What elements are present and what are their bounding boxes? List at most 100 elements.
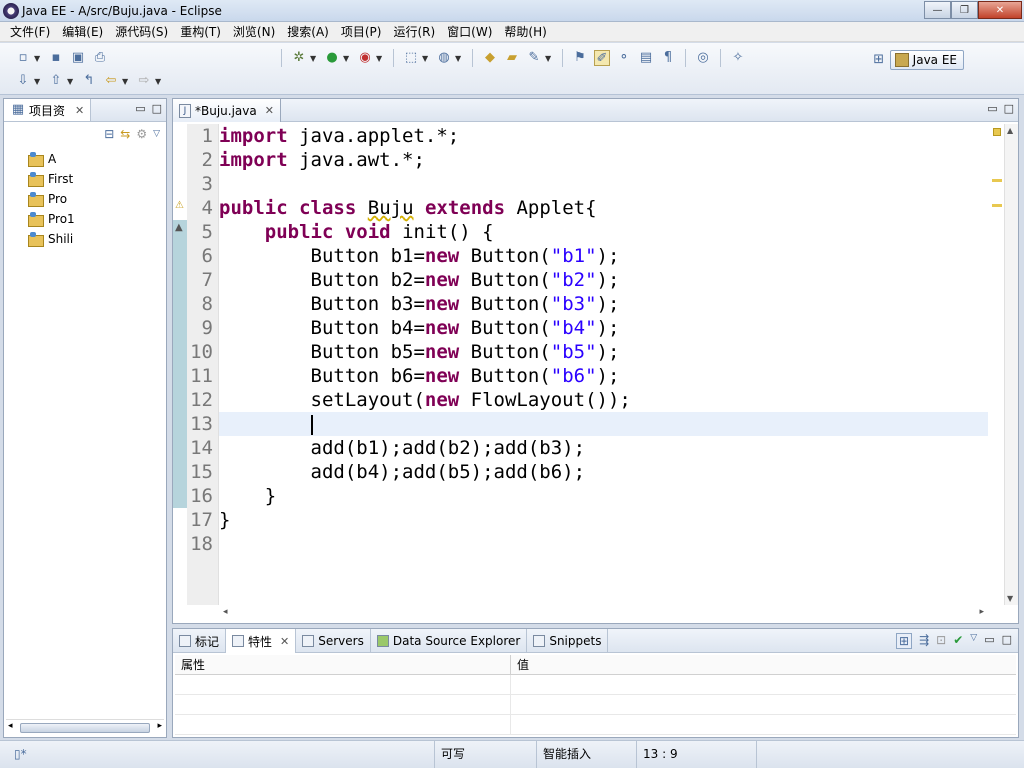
chevron-down-icon[interactable]: ▼ (122, 77, 130, 86)
scrollbar-thumb[interactable] (20, 723, 150, 733)
whitespace-icon[interactable]: ¶ (660, 50, 676, 66)
save-icon[interactable]: ▪ (48, 50, 64, 66)
scroll-left-icon[interactable]: ◂ (8, 721, 13, 731)
debug-icon[interactable]: ✲ (291, 50, 307, 66)
explorer-horizontal-scrollbar[interactable]: ◂ ▸ (6, 719, 164, 735)
chevron-down-icon[interactable]: ▼ (455, 54, 463, 63)
open-perspective-icon[interactable]: ⊞ (871, 52, 887, 68)
fast-view-icon[interactable]: ▯* (14, 747, 27, 761)
minimize-button[interactable]: — (924, 1, 951, 19)
search-icon[interactable]: ✎ (526, 50, 542, 66)
editor-horizontal-scrollbar[interactable]: ◂ ▸ (219, 605, 988, 623)
code-area[interactable]: ⚠ ▲ 1 2 3 4 5 6 7 8 9 10 11 12 13 14 15 16 17 18 import j… (173, 124, 1018, 623)
tree-item-project[interactable]: Pro1 (28, 209, 75, 229)
maximize-view-icon[interactable]: □ (1004, 102, 1014, 115)
value-column-header[interactable]: 值 (511, 655, 529, 674)
minimize-view-icon[interactable]: ▭ (987, 102, 997, 115)
close-icon[interactable]: ✕ (265, 104, 274, 117)
last-edit-icon[interactable]: ↰ (81, 73, 97, 89)
property-column-header[interactable]: 属性 (175, 655, 511, 674)
tab-properties[interactable]: 特性 ✕ (226, 629, 297, 653)
chevron-down-icon[interactable]: ▼ (376, 54, 384, 63)
menu-search[interactable]: 搜索(A) (281, 22, 335, 42)
close-icon[interactable]: ✕ (75, 104, 84, 117)
menu-help[interactable]: 帮助(H) (498, 22, 552, 42)
maximize-button[interactable]: ❐ (951, 1, 978, 19)
new-icon[interactable]: ▫ (15, 50, 31, 66)
show-advanced-icon[interactable]: ⇶ (919, 633, 929, 649)
tab-snippets[interactable]: Snippets (527, 629, 609, 653)
filter-icon[interactable]: ⚙ (136, 127, 147, 141)
chevron-down-icon[interactable]: ▼ (343, 54, 351, 63)
forward-arrow-icon[interactable]: ⇨ (136, 73, 152, 89)
menu-navigate[interactable]: 浏览(N) (227, 22, 281, 42)
maximize-view-icon[interactable]: □ (152, 102, 162, 115)
view-menu-icon[interactable]: ▽ (970, 633, 977, 649)
tree-item-project[interactable]: First (28, 169, 75, 189)
globe-icon[interactable]: ◎ (695, 50, 711, 66)
show-categories-icon[interactable]: ⊞ (896, 633, 913, 649)
scroll-left-icon[interactable]: ◂ (223, 607, 228, 617)
back-arrow-icon[interactable]: ⇦ (103, 73, 119, 89)
web-service-icon[interactable]: ✧ (730, 50, 746, 66)
annotation-icon[interactable]: ⚑ (572, 50, 588, 66)
menu-file[interactable]: 文件(F) (4, 22, 56, 42)
view-menu-icon[interactable]: ▽ (153, 129, 160, 139)
new-server-icon[interactable]: ⬚ (403, 50, 419, 66)
open-type-icon[interactable]: ◆ (482, 50, 498, 66)
project-explorer-view: ▦ 项目资 ✕ ▭ □ ⊟ ⇆ ⚙ ▽ A First Pro Pro1 Shi… (3, 98, 167, 738)
block-selection-icon[interactable]: ▤ (638, 50, 654, 66)
menu-window[interactable]: 窗口(W) (441, 22, 498, 42)
editor-vertical-scrollbar[interactable]: ▲ ▼ (1004, 124, 1018, 605)
chevron-down-icon[interactable]: ▼ (155, 77, 163, 86)
tab-buju-java[interactable]: J *Buju.java ✕ (173, 99, 281, 122)
menu-edit[interactable]: 编辑(E) (56, 22, 109, 42)
menu-source[interactable]: 源代码(S) (109, 22, 174, 42)
highlight-icon[interactable]: ✐ (594, 50, 610, 66)
previous-annotation-icon[interactable]: ⇧ (48, 73, 64, 89)
minimize-view-icon[interactable]: ▭ (984, 633, 994, 649)
java-ee-perspective-button[interactable]: Java EE (889, 50, 964, 70)
line-number: 10 (190, 341, 213, 363)
chevron-down-icon[interactable]: ▼ (34, 54, 42, 63)
scroll-down-icon[interactable]: ▼ (1007, 594, 1013, 603)
toggle-icon[interactable]: ⚬ (616, 50, 632, 66)
tab-markers[interactable]: 标记 (173, 629, 227, 653)
link-with-editor-icon[interactable]: ⇆ (120, 127, 130, 141)
external-tools-icon[interactable]: ◉ (357, 50, 373, 66)
chevron-down-icon[interactable]: ▼ (310, 54, 318, 63)
menu-refactor[interactable]: 重构(T) (174, 22, 227, 42)
filter-icon[interactable]: ⊡ (936, 633, 946, 649)
scroll-up-icon[interactable]: ▲ (1007, 126, 1013, 135)
scroll-right-icon[interactable]: ▸ (157, 721, 162, 731)
code-text[interactable]: import java.applet.*; import java.awt.*;… (219, 124, 988, 605)
tree-item-project[interactable]: Pro (28, 189, 75, 209)
open-folder-icon[interactable]: ▰ (504, 50, 520, 66)
menu-run[interactable]: 运行(R) (387, 22, 441, 42)
tab-project-explorer[interactable]: ▦ 项目资 ✕ (4, 99, 92, 121)
collapse-all-icon[interactable]: ⊟ (104, 127, 114, 141)
run-icon[interactable]: ● (324, 50, 340, 66)
close-window-button[interactable]: ✕ (978, 1, 1022, 19)
tree-item-project[interactable]: Shili (28, 229, 75, 249)
chevron-down-icon[interactable]: ▼ (545, 54, 553, 63)
toolbar-separator (685, 49, 686, 67)
warning-marker[interactable] (992, 204, 1002, 207)
tab-data-source-explorer[interactable]: Data Source Explorer (371, 629, 528, 653)
print-icon[interactable]: ⎙ (92, 50, 108, 66)
chevron-down-icon[interactable]: ▼ (34, 77, 42, 86)
save-all-icon[interactable]: ▣ (70, 50, 86, 66)
tab-servers[interactable]: Servers (296, 629, 371, 653)
new-java-class-icon[interactable]: ◍ (436, 50, 452, 66)
minimize-view-icon[interactable]: ▭ (135, 102, 145, 115)
maximize-view-icon[interactable]: □ (1002, 633, 1012, 649)
next-annotation-icon[interactable]: ⇩ (15, 73, 31, 89)
restore-default-icon[interactable]: ✔ (953, 633, 963, 649)
menu-project[interactable]: 项目(P) (335, 22, 388, 42)
tree-item-project[interactable]: A (28, 149, 75, 169)
scroll-right-icon[interactable]: ▸ (979, 607, 984, 617)
chevron-down-icon[interactable]: ▼ (67, 77, 75, 86)
warning-marker[interactable] (992, 179, 1002, 182)
chevron-down-icon[interactable]: ▼ (422, 54, 430, 63)
close-icon[interactable]: ✕ (280, 635, 289, 648)
